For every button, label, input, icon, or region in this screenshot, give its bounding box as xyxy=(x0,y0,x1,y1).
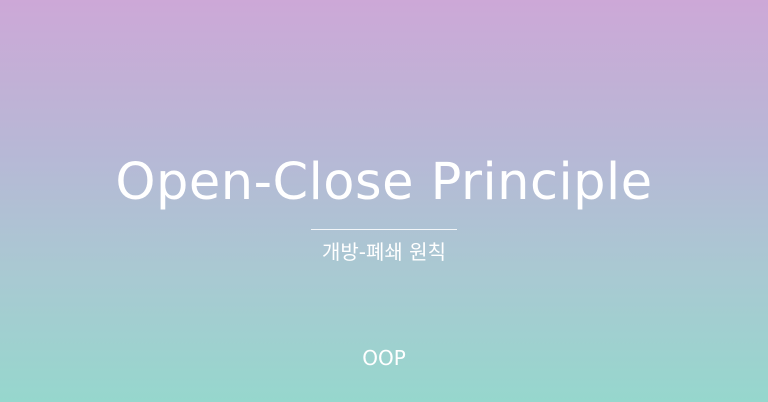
banner-title: Open-Close Principle xyxy=(115,153,653,212)
thumbnail-banner: Open-Close Principle 개방-폐쇄 원칙 OOP xyxy=(0,0,768,402)
category-tag: OOP xyxy=(362,346,406,370)
title-divider xyxy=(311,229,457,230)
banner-subtitle: 개방-폐쇄 원칙 xyxy=(322,240,446,264)
